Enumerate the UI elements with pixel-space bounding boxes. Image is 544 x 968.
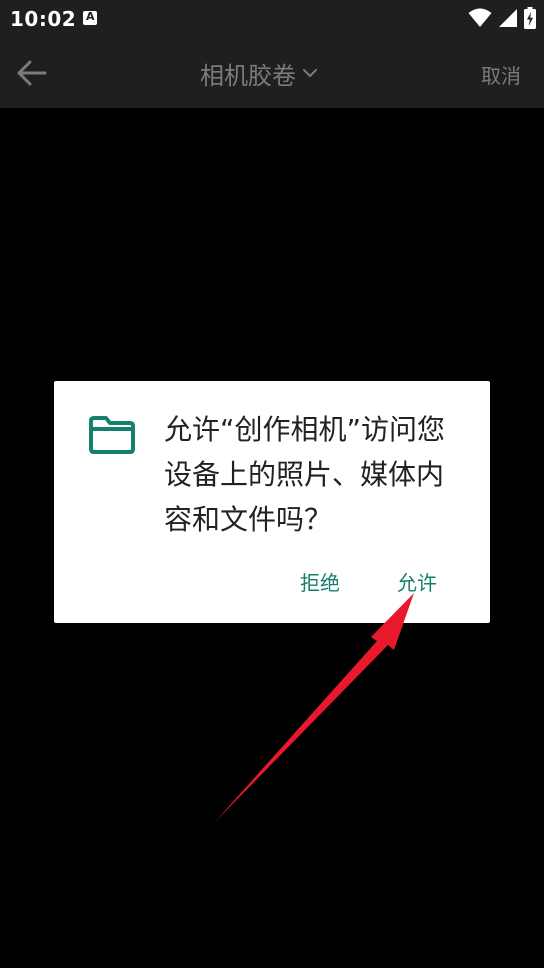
arrow-left-icon	[17, 60, 47, 86]
app-bar: 相机胶卷 取消	[0, 38, 544, 108]
notification-a-icon: A	[83, 10, 97, 25]
wifi-icon	[468, 8, 492, 27]
notification-a-label: A	[86, 10, 95, 23]
status-icons	[468, 7, 536, 29]
dialog-message: 允许“创作相机”访问您设备上的照片、媒体内容和文件吗？	[164, 413, 446, 536]
allow-button[interactable]: 允许	[397, 567, 437, 596]
annotation-arrow-shape	[214, 593, 414, 823]
deny-button[interactable]: 拒绝	[300, 567, 340, 596]
folder-icon	[89, 416, 135, 454]
page-title: 相机胶卷	[200, 61, 296, 90]
battery-charging-icon	[524, 7, 536, 29]
permission-dialog: 允许“创作相机”访问您设备上的照片、媒体内容和文件吗？ 拒绝 允许	[54, 381, 490, 623]
album-selector[interactable]: 相机胶卷	[200, 55, 318, 91]
back-button[interactable]	[14, 57, 50, 89]
signal-icon	[499, 9, 517, 27]
chevron-down-icon	[303, 69, 317, 77]
status-bar: 10:02 A	[0, 0, 544, 38]
screen: 10:02 A 相机胶卷 取消 允许“创作相机”访问您设备上的照片、媒体内容和文…	[0, 0, 544, 968]
cancel-button[interactable]: 取消	[481, 60, 521, 89]
status-time: 10:02	[10, 7, 77, 31]
